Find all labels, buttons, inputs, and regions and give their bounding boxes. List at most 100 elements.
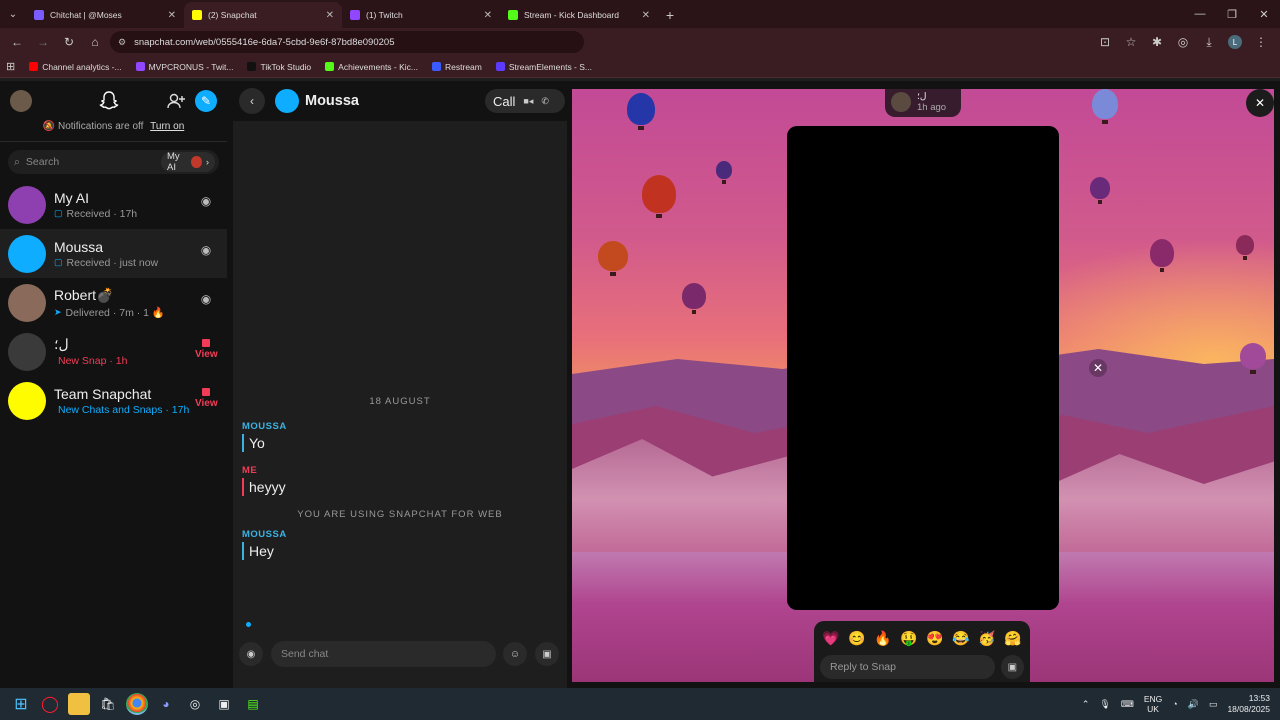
- tab-close-icon[interactable]: ✕: [168, 10, 176, 21]
- conversation-status: New Chats and Snaps · 17h: [58, 403, 190, 416]
- reaction-emoji[interactable]: 🤑: [898, 627, 920, 649]
- back-arrow-icon[interactable]: ←: [6, 31, 28, 53]
- browser-tab[interactable]: (1) Twitch ✕: [342, 2, 500, 28]
- reaction-emoji[interactable]: 💗: [820, 627, 842, 649]
- camera-reply-icon[interactable]: ◉: [195, 192, 217, 210]
- bookmark-item[interactable]: Channel analytics -...: [29, 62, 122, 72]
- bookmark-item[interactable]: Achievements - Kic...: [325, 62, 418, 72]
- search-bar[interactable]: ⌕ Search My AI ›: [8, 150, 219, 174]
- conversation-item[interactable]: Robert💣 ➤ Delivered · 7m · 1 🔥 ◉: [0, 278, 227, 327]
- discord-icon[interactable]: ◕: [155, 693, 177, 715]
- reaction-emoji[interactable]: 🥳: [976, 627, 998, 649]
- my-ai-chip[interactable]: My AI ›: [161, 151, 215, 173]
- reaction-emoji[interactable]: 😂: [950, 627, 972, 649]
- green-app-icon[interactable]: ▤: [242, 693, 264, 715]
- snap-content[interactable]: [787, 126, 1059, 610]
- obs-icon[interactable]: ◎: [184, 693, 206, 715]
- call-button[interactable]: Call ■◂ ✆: [485, 89, 565, 113]
- conversation-item[interactable]: Team Snapchat New Chats and Snaps · 17h Vi…: [0, 376, 227, 425]
- camera-icon[interactable]: ◉: [239, 642, 263, 666]
- sticker-icon[interactable]: ▣: [535, 642, 559, 666]
- message-text: heyyy: [242, 478, 286, 496]
- bookmark-item[interactable]: TikTok Studio: [247, 62, 311, 72]
- contact-name[interactable]: Moussa: [305, 93, 359, 109]
- new-tab-button[interactable]: +: [658, 2, 682, 28]
- tab-search-icon[interactable]: ⌄: [0, 0, 26, 28]
- profile-button[interactable]: L: [1224, 31, 1246, 53]
- new-chat-button[interactable]: ✎: [195, 90, 217, 112]
- search-icon: ⌕: [14, 155, 20, 168]
- tab-close-icon[interactable]: ✕: [642, 10, 650, 21]
- forward-arrow-icon[interactable]: →: [32, 31, 54, 53]
- tab-title: (1) Twitch: [366, 10, 403, 20]
- dismiss-icon[interactable]: ✕: [1089, 359, 1107, 377]
- reaction-emoji[interactable]: 🤗: [1002, 627, 1024, 649]
- send-chat-input[interactable]: [271, 641, 496, 667]
- reaction-emoji[interactable]: 😊: [846, 627, 868, 649]
- close-window-icon[interactable]: ✕: [1248, 8, 1280, 21]
- menu-kebab-icon[interactable]: ⋮: [1250, 31, 1272, 53]
- maximize-icon[interactable]: ❐: [1216, 8, 1248, 21]
- language-indicator[interactable]: ENG UK: [1144, 694, 1162, 714]
- bookmark-item[interactable]: Restream: [432, 62, 482, 72]
- camera-reply-icon[interactable]: ◉: [195, 290, 217, 308]
- reload-icon[interactable]: ↻: [58, 31, 80, 53]
- bookmark-star-icon[interactable]: ☆: [1120, 31, 1142, 53]
- region-code: UK: [1147, 704, 1159, 714]
- chrome-icon[interactable]: [126, 693, 148, 715]
- download-icon[interactable]: ⤓: [1198, 31, 1220, 53]
- battery-icon[interactable]: ▭: [1209, 699, 1218, 710]
- reply-to-snap-input[interactable]: [820, 655, 995, 679]
- close-viewer-button[interactable]: ✕: [1246, 89, 1274, 117]
- back-button[interactable]: ‹: [239, 88, 265, 114]
- opera-icon[interactable]: ◯: [39, 693, 61, 715]
- my-bitmoji-avatar[interactable]: [10, 90, 32, 112]
- browser-tabstrip: ⌄ Chitchat | @Moses ✕ (2) Snapchat ✕ (1) Twi…: [0, 0, 1280, 28]
- conversation-item[interactable]: Moussa ▢ Received · just now ◉: [0, 229, 227, 278]
- windows-start-icon[interactable]: ⊞: [10, 693, 32, 715]
- address-bar[interactable]: ⚙ snapchat.com/web/0555416e-6da7-5cbd-9e…: [110, 31, 584, 53]
- chevron-up-icon[interactable]: ⌃: [1082, 699, 1090, 710]
- camera-reply-icon[interactable]: ◉: [195, 241, 217, 259]
- browser-tab[interactable]: Chitchat | @Moses ✕: [26, 2, 184, 28]
- clock[interactable]: 13:53 18/08/2025: [1227, 693, 1270, 715]
- phone-icon[interactable]: ✆: [541, 96, 549, 107]
- reaction-emoji[interactable]: 😍: [924, 627, 946, 649]
- view-snap-button[interactable]: View: [195, 388, 218, 409]
- snapchat-ghost-icon[interactable]: [97, 89, 121, 113]
- view-snap-button[interactable]: View: [195, 339, 218, 360]
- file-explorer-icon[interactable]: [68, 693, 90, 715]
- bookmark-label: Achievements - Kic...: [338, 61, 419, 72]
- install-app-icon[interactable]: ⊡: [1094, 31, 1116, 53]
- clock-time: 13:53: [1248, 693, 1270, 703]
- capcut-icon[interactable]: ▣: [213, 693, 235, 715]
- add-friend-icon[interactable]: [166, 91, 186, 111]
- browser-tab[interactable]: (2) Snapchat ✕: [184, 2, 342, 28]
- keyboard-icon[interactable]: ⌨: [1121, 699, 1134, 710]
- home-icon[interactable]: ⌂: [84, 31, 106, 53]
- contact-avatar[interactable]: [275, 89, 299, 113]
- tab-close-icon[interactable]: ✕: [484, 10, 492, 21]
- video-call-icon[interactable]: ■◂: [523, 96, 533, 107]
- minimize-icon[interactable]: —: [1184, 8, 1216, 20]
- store-icon[interactable]: 🛍: [97, 693, 119, 715]
- volume-icon[interactable]: 🔊: [1188, 699, 1199, 710]
- bookmark-item[interactable]: StreamElements - S...: [495, 62, 592, 72]
- bookmark-label: Restream: [445, 61, 482, 72]
- emoji-icon[interactable]: ☺: [503, 642, 527, 666]
- microphone-icon[interactable]: 🎙: [1099, 699, 1110, 710]
- wifi-icon[interactable]: ◔: [1172, 699, 1177, 709]
- turn-on-notifications-link[interactable]: Turn on: [150, 121, 184, 132]
- apps-grid-icon[interactable]: ⊞: [6, 60, 15, 73]
- snap-sender[interactable]: ل؛ 1h ago: [885, 89, 961, 117]
- bookmark-item[interactable]: MVPCRONUS - Twit...: [135, 62, 233, 72]
- extensions-icon[interactable]: ✱: [1146, 31, 1168, 53]
- tab-close-icon[interactable]: ✕: [326, 10, 334, 21]
- conversation-item[interactable]: ل؛ New Snap · 1h View: [0, 327, 227, 376]
- reaction-emoji[interactable]: 🔥: [872, 627, 894, 649]
- conversation-item[interactable]: My AI ▢ Received · 17h ◉: [0, 180, 227, 229]
- incognito-icon[interactable]: ◎: [1172, 31, 1194, 53]
- sticker-icon[interactable]: ▣: [1000, 655, 1024, 679]
- browser-tab[interactable]: Stream - Kick Dashboard ✕: [500, 2, 658, 28]
- site-info-icon[interactable]: ⚙: [118, 37, 126, 48]
